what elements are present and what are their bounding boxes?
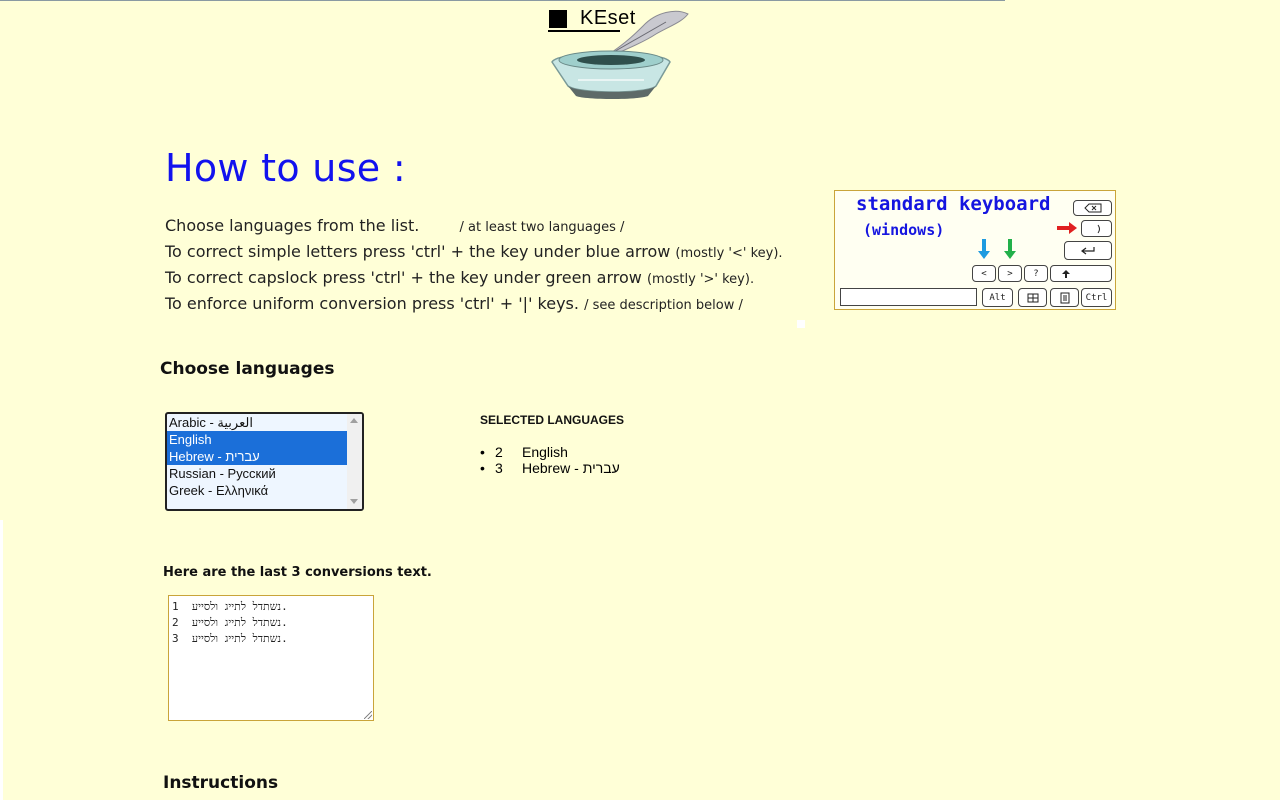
blue-arrow-icon: [978, 239, 990, 259]
language-option-hebrew[interactable]: Hebrew - עברית: [167, 448, 347, 465]
windows-key-icon: [1018, 288, 1047, 307]
spacebar-key: [840, 288, 977, 306]
instructions-heading: Instructions: [163, 773, 279, 793]
instruction-line-2: To correct simple letters press 'ctrl' +…: [165, 240, 783, 266]
list-scrollbar[interactable]: [347, 414, 362, 509]
logo-text: KEset: [580, 7, 636, 29]
resize-handle-icon[interactable]: [364, 711, 372, 719]
instruction-note: / see description below /: [584, 298, 743, 313]
keyboard-diagram: standard keyboard (windows) < > ? Alt Ct…: [834, 190, 1116, 310]
instruction-line-4: To enforce uniform conversion press 'ctr…: [165, 292, 783, 318]
instruction-text: To enforce uniform conversion press 'ctr…: [165, 294, 579, 313]
keset-logo[interactable]: KEset: [548, 6, 693, 102]
conversion-line: 1 נשתדל לתייג ולסייע.: [172, 600, 288, 613]
selected-languages-heading: SELECTED LANGUAGES: [480, 413, 625, 427]
less-than-key: <: [972, 265, 996, 282]
instruction-note: (mostly '>' key).: [646, 272, 755, 287]
left-edge-strip: [0, 520, 3, 800]
selected-language-item: 3Hebrew - עברית: [480, 460, 620, 476]
shift-key-icon: [1050, 265, 1112, 282]
language-select-list[interactable]: Arabic - العربية English Hebrew - עברית …: [165, 412, 364, 511]
scroll-down-icon[interactable]: [350, 499, 358, 504]
conversions-textarea[interactable]: 1 נשתדל לתייג ולסייע. 2 נשתדל לתייג ולסי…: [168, 595, 374, 721]
selected-languages-list: 2English 3Hebrew - עברית: [480, 444, 620, 476]
ctrl-key: Ctrl: [1081, 288, 1112, 307]
instruction-line-3: To correct capslock press 'ctrl' + the k…: [165, 266, 783, 292]
top-border-line: [0, 0, 1005, 1]
conversion-line: 2 נשתדל לתייג ולסייע.: [172, 616, 288, 629]
instruction-note: / at least two languages /: [459, 220, 625, 235]
menu-key-icon: [1050, 288, 1079, 307]
language-option-arabic[interactable]: Arabic - العربية: [167, 414, 347, 431]
greater-than-key: >: [998, 265, 1022, 282]
conversion-line: 3 נשתדל לתייג ולסייע.: [172, 632, 288, 645]
alt-key: Alt: [982, 288, 1013, 307]
keyboard-title: standard keyboard: [856, 193, 1051, 215]
instruction-text: Choose languages from the list.: [165, 216, 420, 235]
red-arrow-icon: [1057, 222, 1077, 234]
logo-square-icon: [549, 10, 567, 28]
white-dot: [797, 320, 805, 328]
language-option-russian[interactable]: Russian - Русский: [167, 465, 347, 482]
selected-language-item: 2English: [480, 444, 620, 460]
instruction-line-1: Choose languages from the list. / at lea…: [165, 214, 783, 240]
how-to-instructions: Choose languages from the list. / at lea…: [165, 214, 783, 318]
question-key: ?: [1024, 265, 1048, 282]
backspace-key-icon: [1073, 200, 1112, 216]
page-title: How to use :: [165, 146, 406, 190]
instruction-text: To correct simple letters press 'ctrl' +…: [165, 242, 671, 261]
language-option-english[interactable]: English: [167, 431, 347, 448]
backslash-key: [1081, 220, 1112, 237]
scroll-up-icon[interactable]: [350, 418, 358, 423]
enter-key-icon: [1064, 241, 1112, 260]
instruction-note: (mostly '<' key).: [675, 246, 783, 261]
logo-underline: [548, 30, 620, 32]
instruction-text: To correct capslock press 'ctrl' + the k…: [165, 268, 642, 287]
choose-languages-heading: Choose languages: [160, 359, 335, 379]
keyboard-subtitle: (windows): [863, 221, 945, 239]
conversions-label: Here are the last 3 conversions text.: [163, 565, 432, 580]
language-option-greek[interactable]: Greek - Ελληνικά: [167, 482, 347, 499]
green-arrow-icon: [1004, 239, 1016, 259]
